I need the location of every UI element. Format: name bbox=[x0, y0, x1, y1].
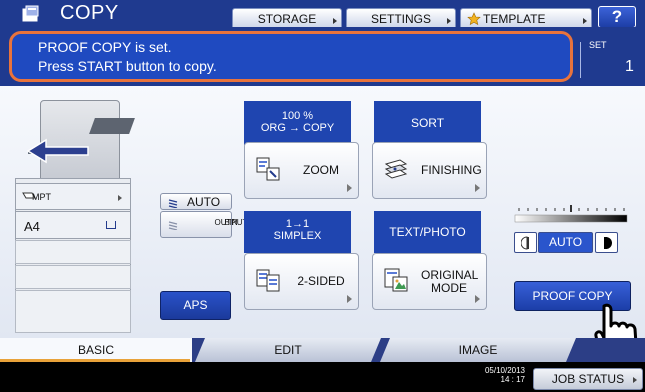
finishing-icon bbox=[384, 159, 408, 179]
arrow-right-icon bbox=[333, 18, 337, 24]
duplex-icon bbox=[256, 269, 280, 292]
arrow-right-icon bbox=[583, 18, 587, 24]
output-bin-label: OUTPUT BIN bbox=[185, 215, 248, 227]
paper-auto-button[interactable]: AUTO bbox=[160, 193, 232, 210]
aps-button[interactable]: APS bbox=[160, 291, 231, 320]
help-button[interactable]: ? bbox=[598, 6, 636, 28]
tray-a4[interactable]: A4 bbox=[15, 211, 131, 239]
original-mode-line-2: MODE bbox=[431, 281, 467, 295]
job-status-button[interactable]: JOB STATUS bbox=[533, 368, 643, 390]
message-line-2: Press START button to copy. bbox=[38, 58, 217, 74]
original-mode-line-1: ORIGINAL bbox=[421, 268, 479, 282]
arrow-right-icon bbox=[475, 295, 480, 303]
date-time: 05/10/2013 14 : 17 bbox=[480, 366, 525, 384]
arrow-right-icon bbox=[347, 184, 352, 192]
arrow-right-icon bbox=[118, 195, 122, 201]
job-status-label: JOB STATUS bbox=[551, 372, 625, 386]
tab-image[interactable]: IMAGE bbox=[380, 338, 576, 362]
status-message: PROOF COPY is set. Press START button to… bbox=[38, 38, 217, 76]
machine-control-panel bbox=[89, 118, 135, 134]
arrow-right-icon bbox=[633, 377, 637, 383]
paper-tray-5[interactable] bbox=[15, 290, 131, 333]
storage-label: STORAGE bbox=[257, 12, 317, 26]
simplex-header: 1→1 SIMPLEX bbox=[244, 211, 351, 253]
simplex-top: 1→1 bbox=[285, 218, 310, 230]
two-sided-button[interactable]: 2-SIDED bbox=[244, 253, 359, 310]
simplex-bottom: SIMPLEX bbox=[273, 230, 322, 242]
arrow-right-icon bbox=[447, 18, 451, 24]
original-mode-label: ORIGINAL MODE bbox=[421, 268, 479, 295]
paper-stack-icon bbox=[168, 199, 178, 208]
finishing-button[interactable]: FINISHING bbox=[372, 142, 487, 199]
zoom-button[interactable]: ZOOM bbox=[244, 142, 359, 199]
text-photo-header: TEXT/PHOTO bbox=[374, 211, 481, 253]
paper-auto-label: AUTO bbox=[187, 195, 221, 209]
paper-tray-4[interactable] bbox=[15, 265, 131, 289]
original-mode-button[interactable]: ORIGINAL MODE bbox=[372, 253, 487, 310]
tray-a4-label: A4 bbox=[24, 219, 40, 234]
zoom-label: ZOOM bbox=[303, 163, 339, 177]
date-text: 05/10/2013 bbox=[484, 366, 525, 375]
paper-tray-3[interactable] bbox=[15, 240, 131, 264]
density-darker-button[interactable] bbox=[595, 232, 618, 253]
output-bin-button[interactable]: OUTPUT BIN bbox=[160, 211, 248, 238]
tray-mpt-label: MPT bbox=[32, 192, 51, 202]
density-scale bbox=[514, 205, 628, 223]
copy-icon bbox=[22, 5, 39, 22]
sort-header: SORT bbox=[374, 101, 481, 145]
arrow-right-icon bbox=[347, 295, 352, 303]
output-bin-icon bbox=[168, 221, 178, 230]
divider bbox=[580, 42, 581, 78]
zoom-ratio: 100 % bbox=[281, 110, 314, 122]
zoom-icon bbox=[256, 157, 280, 181]
two-sided-label: 2-SIDED bbox=[297, 274, 345, 288]
finishing-label: FINISHING bbox=[421, 163, 482, 177]
density-auto-button[interactable]: AUTO bbox=[538, 232, 593, 253]
set-label: SET bbox=[589, 40, 607, 50]
darker-icon bbox=[604, 237, 612, 249]
output-arrow-icon bbox=[26, 138, 89, 164]
tray-indicator-icon bbox=[106, 221, 116, 229]
original-mode-icon bbox=[384, 268, 408, 292]
tab-edit[interactable]: EDIT bbox=[195, 338, 381, 362]
template-label: TEMPLATE bbox=[483, 12, 546, 26]
settings-label: SETTINGS bbox=[370, 12, 431, 26]
set-count: 1 bbox=[625, 58, 634, 75]
time-text: 14 : 17 bbox=[500, 375, 525, 384]
tray-mpt[interactable]: MPT bbox=[15, 183, 131, 210]
zoom-mode: ORG → COPY bbox=[260, 122, 335, 134]
lighter-icon bbox=[521, 236, 529, 250]
density-lighter-button[interactable] bbox=[514, 232, 537, 253]
star-icon bbox=[467, 12, 481, 26]
message-line-1: PROOF COPY is set. bbox=[38, 39, 172, 55]
page-title: COPY bbox=[60, 2, 119, 24]
zoom-header: 100 % ORG → COPY bbox=[244, 101, 351, 145]
arrow-right-icon bbox=[475, 184, 480, 192]
